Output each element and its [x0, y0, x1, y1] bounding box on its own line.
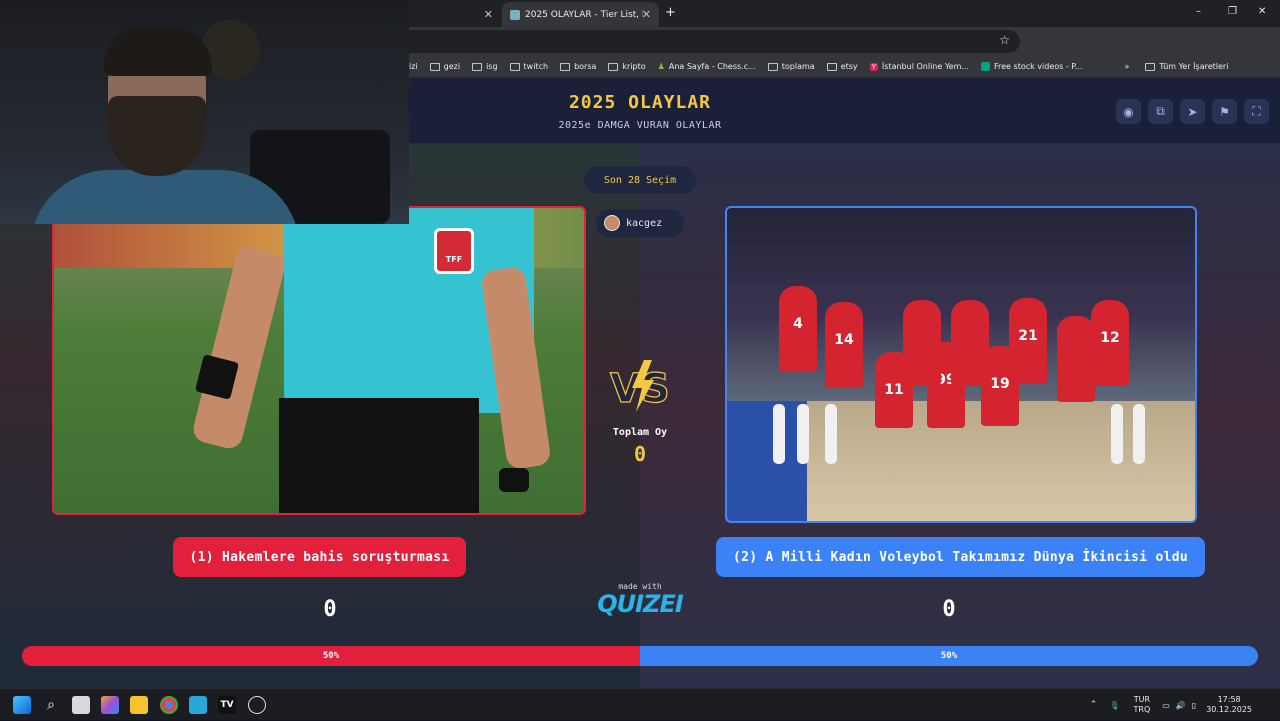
browser-tab-active[interactable]: 2025 OLAYLAR - Tier List, Kör S ✕ — [502, 2, 659, 27]
close-tab-icon[interactable]: ✕ — [642, 8, 651, 21]
tab-title: 2025 OLAYLAR - Tier List, Kör S — [525, 9, 643, 20]
right-vote-count: 0 — [942, 597, 956, 622]
all-bookmarks-folder[interactable]: Tüm Yer İşaretleri — [1145, 62, 1228, 71]
system-tray: ⌃ 🎙 TUR TRQ ▭ 🔊 ▯ 17:58 30.12.2025 — [1090, 689, 1280, 721]
bookmark-folder[interactable]: isg — [472, 62, 498, 71]
bookmark-folder[interactable]: twitch — [509, 62, 548, 71]
windows-taskbar: ⌕ TV ⌃ 🎙 TUR TRQ ▭ 🔊 ▯ 17:58 30.12.2025 — [0, 688, 1280, 720]
option-left-card[interactable]: TFF — [52, 206, 586, 515]
player-leg — [1111, 404, 1123, 464]
chevron-up-icon[interactable]: ⌃ — [1090, 700, 1098, 710]
streamer-hair — [104, 26, 212, 76]
minimize-button[interactable]: – — [1196, 6, 1201, 17]
bookmark-item[interactable]: izi — [409, 62, 418, 71]
folder-icon — [429, 62, 440, 71]
watch — [499, 468, 529, 492]
file-explorer-icon[interactable] — [130, 696, 148, 714]
streamer-beard — [108, 96, 206, 176]
folder-icon — [767, 62, 778, 71]
option-left-button[interactable]: (1) Hakemlere bahis soruşturması — [173, 537, 466, 577]
user-pill[interactable]: kacgez — [596, 209, 684, 237]
bookmark-folder[interactable]: toplama — [767, 62, 815, 71]
volume-icon[interactable]: 🔊 — [1176, 701, 1186, 710]
option-right-card[interactable]: 4 14 11 99 19 21 12 — [725, 206, 1197, 523]
browser-tab-inactive[interactable]: ✕ — [409, 2, 501, 27]
player — [903, 300, 941, 386]
player: 21 — [1009, 298, 1047, 384]
referee-shorts — [279, 398, 479, 513]
app-icon[interactable] — [248, 696, 266, 714]
player-leg — [825, 404, 837, 464]
player: 4 — [779, 286, 817, 372]
vs-logo: VS — [609, 360, 670, 413]
search-icon[interactable]: ⌕ — [42, 696, 60, 714]
bookmark-item[interactable]: Y İstanbul Online Yem... — [869, 62, 969, 71]
tff-badge: TFF — [434, 228, 474, 274]
folder-icon — [472, 62, 483, 71]
microphone-icon[interactable]: 🎙 — [1109, 701, 1119, 710]
player-leg — [773, 404, 785, 464]
bookmark-folder[interactable]: gezi — [429, 62, 460, 71]
task-view-icon[interactable] — [72, 696, 90, 714]
total-votes-count: 0 — [633, 442, 647, 466]
yemeksepeti-icon: Y — [869, 62, 878, 71]
close-tab-icon[interactable]: ✕ — [484, 8, 493, 21]
recent-choices-pill[interactable]: Son 28 Seçim — [584, 166, 696, 194]
start-windows-icon[interactable] — [13, 696, 31, 714]
right-percent-bar: 50% — [640, 646, 1258, 666]
pexels-icon — [981, 62, 990, 71]
player — [1057, 316, 1095, 402]
close-window-button[interactable]: ✕ — [1258, 6, 1266, 17]
fullscreen-icon[interactable]: ⛶ — [1244, 99, 1269, 124]
bookmark-folder[interactable]: kripto — [608, 62, 646, 71]
folder-icon — [826, 62, 837, 71]
bookmarks-overflow-button[interactable]: » — [1125, 62, 1130, 71]
app-icon[interactable] — [189, 696, 207, 714]
folder-icon — [509, 62, 520, 71]
folder-icon — [608, 62, 619, 71]
left-vote-count: 0 — [323, 597, 337, 622]
bookmark-item[interactable]: Free stock videos - P... — [981, 62, 1083, 71]
input-language[interactable]: TUR TRQ — [1134, 695, 1151, 715]
player-leg — [1133, 404, 1145, 464]
copilot-icon[interactable] — [101, 696, 119, 714]
restore-button[interactable]: ❐ — [1228, 6, 1237, 17]
bookmark-folder[interactable]: borsa — [560, 62, 596, 71]
bookmark-item[interactable]: ♟ Ana Sayfa - Chess.c... — [658, 62, 756, 71]
player: 12 — [1091, 300, 1129, 386]
bookmark-folder[interactable]: etsy — [826, 62, 858, 71]
send-icon[interactable]: ➤ — [1180, 99, 1205, 124]
bookmark-star-icon[interactable]: ☆ — [999, 33, 1010, 47]
folder-icon — [1145, 62, 1156, 71]
court-blue-zone — [727, 401, 807, 521]
copy-icon[interactable]: ⧉ — [1148, 99, 1173, 124]
total-votes-label: Toplam Oy — [612, 427, 668, 438]
avatar — [604, 215, 620, 231]
option-right-button[interactable]: (2) A Milli Kadın Voleybol Takımımız Dün… — [716, 537, 1205, 577]
clock[interactable]: 17:58 30.12.2025 — [1206, 695, 1252, 715]
webcam-overlay — [0, 0, 409, 224]
quizei-logo[interactable]: QUIZEI — [590, 590, 690, 618]
eye-icon[interactable]: ◉ — [1116, 99, 1141, 124]
folder-icon — [560, 62, 571, 71]
new-tab-button[interactable]: + — [665, 5, 676, 20]
address-input[interactable]: ☆ — [392, 30, 1020, 53]
chess-pawn-icon: ♟ — [657, 62, 665, 71]
player-leg — [797, 404, 809, 464]
left-percent-bar: 50% — [22, 646, 640, 666]
chrome-icon[interactable] — [160, 696, 178, 714]
tradingview-icon[interactable]: TV — [218, 696, 236, 714]
username: kacgez — [626, 217, 663, 229]
network-icon[interactable]: ▭ — [1162, 701, 1170, 710]
tab-favicon-icon — [510, 9, 520, 20]
player: 14 — [825, 302, 863, 388]
player — [951, 300, 989, 386]
battery-icon[interactable]: ▯ — [1192, 701, 1196, 710]
referee-arm — [190, 244, 288, 452]
flag-icon[interactable]: ⚑ — [1212, 99, 1237, 124]
